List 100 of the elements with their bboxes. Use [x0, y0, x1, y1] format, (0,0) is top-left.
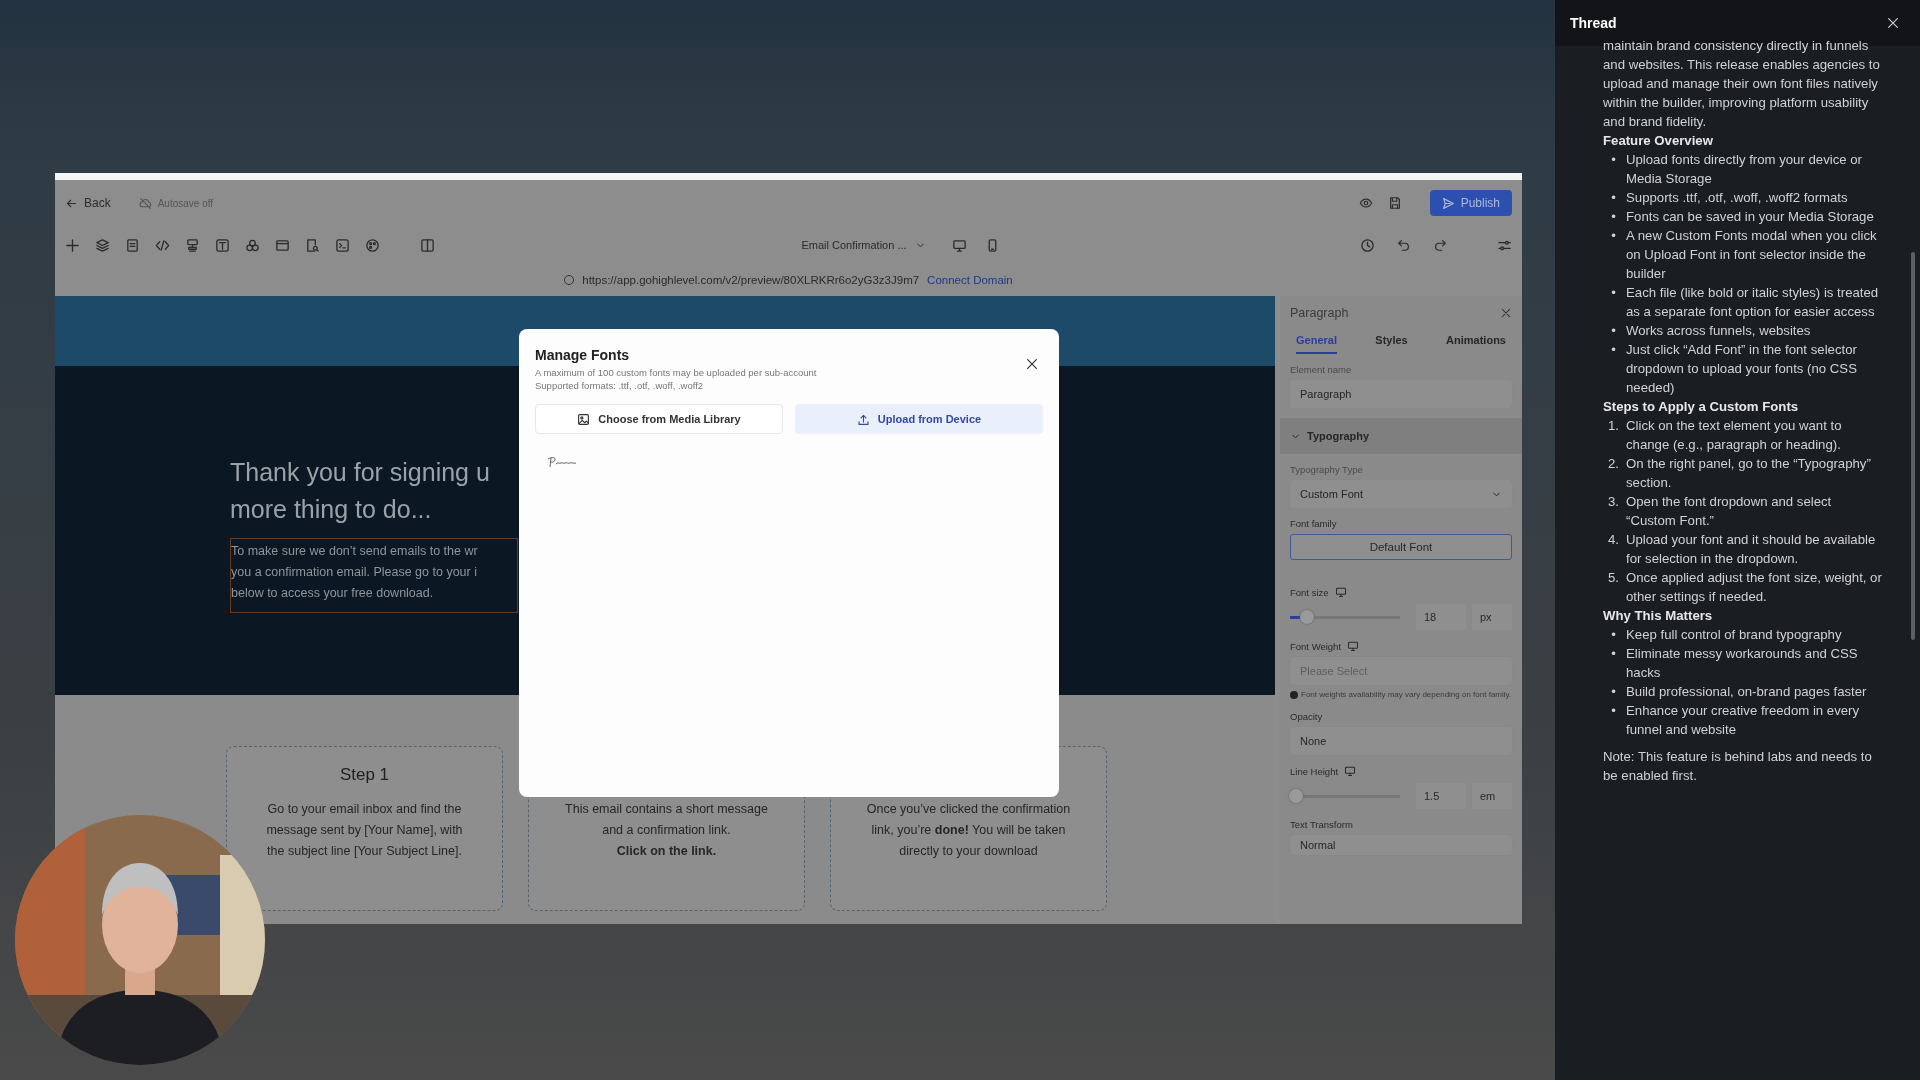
image-icon: [577, 412, 591, 426]
info-icon: [1290, 691, 1298, 699]
font-family-button[interactable]: Default Font: [1290, 534, 1512, 560]
stamp-icon[interactable]: [185, 237, 200, 253]
close-icon: [1025, 357, 1039, 371]
document-icon[interactable]: [125, 237, 140, 253]
typography-select[interactable]: Custom Font: [1290, 480, 1512, 508]
close-icon: [1500, 307, 1512, 319]
eye-icon[interactable]: [1358, 196, 1373, 210]
thread-heading: Feature Overview: [1603, 132, 1714, 150]
list-marker: •: [1610, 284, 1617, 302]
page-select[interactable]: Email Confirmation ...: [795, 238, 932, 252]
list-marker: •: [1610, 341, 1617, 359]
list-marker: •: [1610, 702, 1617, 720]
list-item: Just click “Add Font” in the font selector dropdown to upload your fonts (no CSS needed): [1626, 341, 1858, 397]
step-text: This email contains a short message and a confirmation link. Click on the link.: [564, 801, 769, 860]
list-item: Fonts can be saved in your Media Storage: [1626, 208, 1874, 226]
upload-button[interactable]: Upload from Device: [795, 404, 1043, 434]
connect-domain-link[interactable]: Connect Domain: [927, 274, 1013, 286]
list-item: Build professional, on-brand pages faster: [1626, 683, 1867, 701]
desktop-icon[interactable]: [1347, 640, 1360, 652]
field-label: Typography Type: [1290, 464, 1364, 475]
cloud-icon: [138, 196, 152, 210]
value-field[interactable]: 1.5: [1416, 783, 1466, 809]
desktop-icon[interactable]: [1344, 765, 1357, 777]
field-label: Font Weight: [1290, 640, 1342, 652]
layers-icon[interactable]: [95, 237, 110, 253]
thread-heading: Why This Matters: [1603, 607, 1714, 625]
plus-icon[interactable]: [65, 237, 80, 253]
value-field[interactable]: 18: [1416, 604, 1466, 630]
code-icon[interactable]: [155, 237, 170, 253]
section-header[interactable]: Typography: [1280, 418, 1522, 454]
panel-title: Paragraph: [1290, 306, 1349, 320]
element-name-field[interactable]: Paragraph: [1290, 380, 1512, 408]
list-item: Each file (like bold or italic styles) is treated as a separate font option for easier access: [1626, 284, 1880, 321]
list-marker: •: [1610, 645, 1617, 663]
undo-icon[interactable]: [1397, 238, 1411, 252]
preview-url: https://app.gohighlevel.com/v2/preview/80XLRKRr6o2yG3z3J9m7: [582, 274, 920, 286]
close-button[interactable]: [1886, 16, 1900, 30]
media-library-button[interactable]: Choose from Media Library: [535, 404, 783, 434]
list-item: Works across funnels, websites: [1626, 322, 1811, 340]
list-item: Upload fonts directly from your device or Media Storage: [1626, 151, 1863, 188]
columns-icon[interactable]: [420, 237, 435, 253]
terminal-icon[interactable]: [335, 237, 350, 253]
field-label: Line Height: [1290, 765, 1339, 777]
field-label: Text Transform: [1290, 819, 1354, 830]
list-marker: •: [1610, 322, 1617, 340]
thread-note: Note: This feature is behind labs and needs to be enabled first.: [1603, 748, 1873, 785]
list-marker: 3.: [1607, 493, 1620, 511]
save-icon[interactable]: [1387, 196, 1402, 210]
list-item: Click on the text element you want to change (e.g., paragraph or heading).: [1626, 417, 1843, 454]
thread-paragraph: maintain brand consistency directly in funnels and websites. This release enables agencies to upload and manage their own font files natively within the builder, improving platform usability and brand fidelity.: [1603, 37, 1881, 131]
list-item: On the right panel, go to the “Typography” section.: [1626, 455, 1872, 492]
text-transform-select[interactable]: Normal: [1290, 835, 1512, 855]
upload-icon: [856, 412, 870, 426]
info-note: Font weights availability may vary depending on font family.: [1301, 689, 1512, 701]
list-marker: •: [1610, 683, 1617, 701]
close-button[interactable]: [1025, 357, 1039, 371]
list-marker: 2.: [1607, 455, 1620, 473]
desktop-icon[interactable]: [951, 237, 967, 253]
list-marker: •: [1610, 189, 1617, 207]
circles-icon[interactable]: [245, 237, 260, 253]
opacity-select[interactable]: None: [1290, 727, 1512, 755]
text-icon[interactable]: [215, 237, 230, 253]
redo-icon[interactable]: [1433, 238, 1447, 252]
list-item: Upload your font and it should be available for selection in the dropdown.: [1626, 531, 1877, 568]
send-icon: [1441, 196, 1455, 210]
slider-thumb[interactable]: [1299, 609, 1314, 624]
panel-tab[interactable]: Animations: [1446, 334, 1506, 354]
modal-title: Manage Fonts: [535, 347, 631, 363]
slider-thumb[interactable]: [1288, 788, 1303, 803]
thread-title: Thread: [1570, 15, 1617, 31]
scrollbar[interactable]: [1911, 252, 1915, 640]
history-icon[interactable]: [1360, 237, 1375, 253]
list-marker: •: [1610, 227, 1617, 245]
list-marker: 5.: [1607, 569, 1620, 587]
field-label: Font size: [1290, 586, 1329, 598]
list-item: Enhance your creative freedom in every funnel and website: [1626, 702, 1861, 739]
field-label: Font family: [1290, 518, 1338, 529]
list-marker: •: [1610, 626, 1617, 644]
list-item: Open the font dropdown and select “Custom Font.”: [1626, 493, 1833, 530]
desktop-icon[interactable]: [1334, 586, 1347, 598]
list-item: Once applied adjust the font size, weight, or other settings if needed.: [1626, 569, 1883, 606]
thread-heading: Steps to Apply a Custom Fonts: [1603, 398, 1800, 416]
panel-tab[interactable]: Styles: [1375, 334, 1408, 354]
list-item: Supports .ttf, .otf, .woff, .woff2 formats: [1626, 189, 1848, 207]
window-icon[interactable]: [275, 237, 290, 253]
step-title: Step 1: [338, 765, 391, 785]
list-item: A new Custom Fonts modal when you click on Upload Font in font selector inside the builder: [1626, 227, 1878, 283]
unit-field[interactable]: px: [1472, 604, 1512, 630]
back-button[interactable]: Back: [65, 196, 111, 210]
search-document-icon[interactable]: [305, 237, 320, 253]
palette-icon[interactable]: [365, 237, 380, 253]
intro-paragraph: To make sure we don’t send emails to the wr you a confirmation email. Please go to your i below to access your free download.: [230, 538, 518, 613]
list-item: Keep full control of brand typography: [1626, 626, 1842, 644]
publish-button[interactable]: Publish: [1429, 190, 1512, 216]
font-preview-drawing[interactable]: [547, 456, 577, 468]
unit-field[interactable]: em: [1472, 783, 1512, 809]
panel-tab[interactable]: General: [1296, 334, 1337, 354]
step-text: Once you’ve clicked the confirmation link, you’re done! You will be taken directly to your download: [865, 801, 1072, 860]
